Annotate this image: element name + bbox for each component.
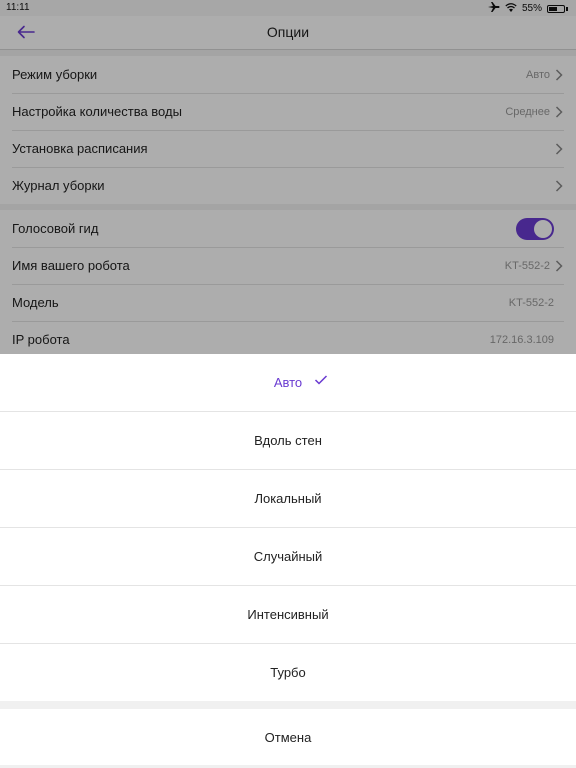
option-label: Интенсивный <box>247 607 329 622</box>
cancel-button[interactable]: Отмена <box>0 709 576 765</box>
mode-options: Авто Вдоль стен Локальный Случайный Инте… <box>0 354 576 701</box>
option-local[interactable]: Локальный <box>0 469 576 527</box>
option-along-walls[interactable]: Вдоль стен <box>0 411 576 469</box>
option-label: Турбо <box>270 665 306 680</box>
option-turbo[interactable]: Турбо <box>0 643 576 701</box>
option-label: Локальный <box>254 491 322 506</box>
option-label: Случайный <box>253 549 323 564</box>
option-label: Вдоль стен <box>254 433 322 448</box>
dim-overlay[interactable] <box>0 0 576 354</box>
option-random[interactable]: Случайный <box>0 527 576 585</box>
option-intensive[interactable]: Интенсивный <box>0 585 576 643</box>
option-label: Авто <box>273 375 303 390</box>
checkmark-icon <box>314 375 328 385</box>
option-auto[interactable]: Авто <box>0 354 576 411</box>
cleaning-mode-action-sheet: Авто Вдоль стен Локальный Случайный Инте… <box>0 354 576 768</box>
cancel-label: Отмена <box>264 729 312 745</box>
